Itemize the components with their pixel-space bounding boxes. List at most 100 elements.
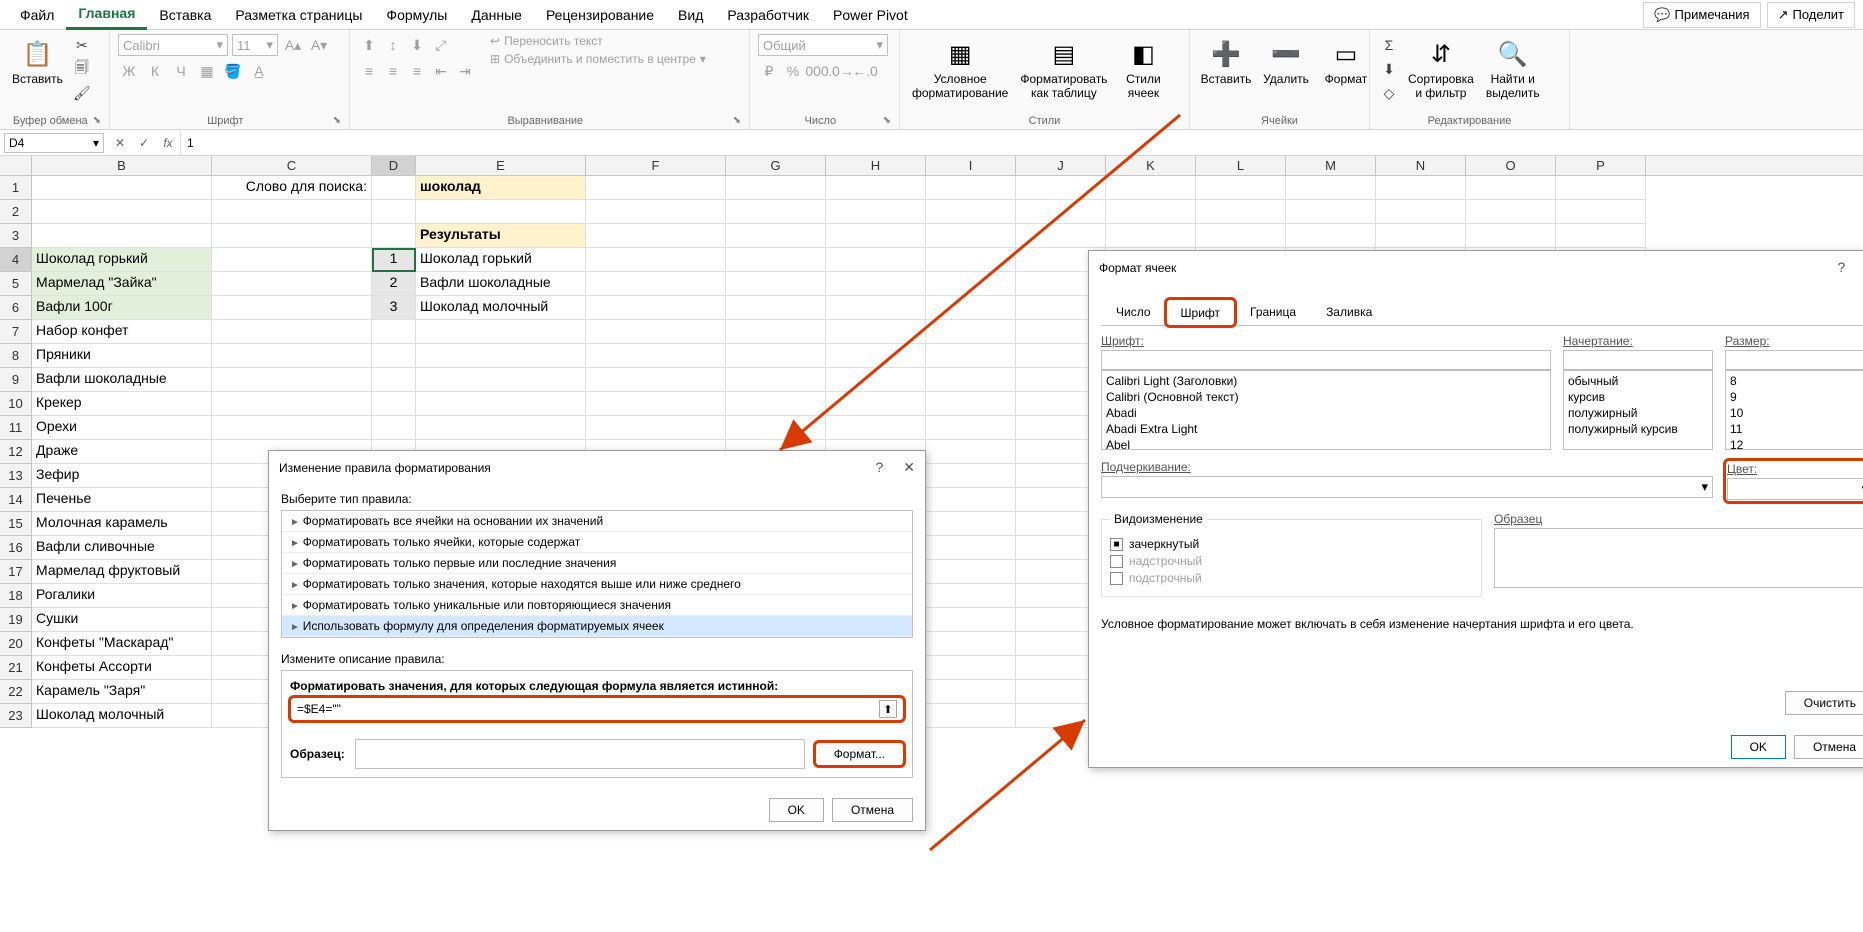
cell[interactable]: [586, 368, 726, 392]
cell[interactable]: [212, 368, 372, 392]
cell[interactable]: [1016, 224, 1106, 248]
cell[interactable]: [926, 416, 1016, 440]
row-header[interactable]: 15: [0, 512, 32, 536]
row-header[interactable]: 16: [0, 536, 32, 560]
tab-developer[interactable]: Разработчик: [715, 1, 821, 29]
cell[interactable]: Пряники: [32, 344, 212, 368]
cell[interactable]: [726, 416, 826, 440]
cell[interactable]: [586, 320, 726, 344]
row-header[interactable]: 3: [0, 224, 32, 248]
cell[interactable]: [826, 392, 926, 416]
cell[interactable]: [826, 296, 926, 320]
cell[interactable]: [372, 320, 416, 344]
help-icon[interactable]: ?: [875, 459, 883, 475]
wrap-text-button[interactable]: ↩Переносить текст: [490, 34, 706, 48]
row-header[interactable]: 18: [0, 584, 32, 608]
clipboard-launcher[interactable]: ⬊: [93, 115, 101, 126]
row-header[interactable]: 20: [0, 632, 32, 656]
col-header[interactable]: I: [926, 156, 1016, 175]
font-name-input[interactable]: [1101, 350, 1551, 370]
cell[interactable]: [1016, 200, 1106, 224]
cell[interactable]: [926, 584, 1016, 608]
cell[interactable]: [1106, 200, 1196, 224]
col-header[interactable]: P: [1556, 156, 1646, 175]
comments-button[interactable]: 💬Примечания: [1643, 2, 1760, 28]
cell[interactable]: [1376, 176, 1466, 200]
rule-option[interactable]: Форматировать только первые или последни…: [282, 553, 912, 574]
cell[interactable]: [926, 368, 1016, 392]
tab-number[interactable]: Число: [1101, 298, 1166, 325]
cell[interactable]: [1196, 176, 1286, 200]
cell[interactable]: [926, 464, 1016, 488]
cell[interactable]: [826, 416, 926, 440]
comma-icon[interactable]: 000: [806, 60, 828, 82]
col-header[interactable]: J: [1016, 156, 1106, 175]
tab-review[interactable]: Рецензирование: [534, 1, 666, 29]
format-as-table-button[interactable]: ▤Форматировать как таблицу: [1016, 34, 1111, 104]
clear-button[interactable]: Очистить: [1785, 691, 1863, 715]
cell[interactable]: [586, 248, 726, 272]
size-list[interactable]: 8910 111214: [1725, 370, 1863, 450]
cell[interactable]: [826, 224, 926, 248]
tab-data[interactable]: Данные: [459, 1, 534, 29]
style-list[interactable]: обычныйкурсив полужирныйполужирный курси…: [1563, 370, 1713, 450]
fill-icon[interactable]: ⬇: [1378, 58, 1400, 80]
cell[interactable]: [926, 440, 1016, 464]
cell[interactable]: [416, 344, 586, 368]
close-icon[interactable]: ✕: [903, 459, 915, 475]
row-header[interactable]: 10: [0, 392, 32, 416]
cell[interactable]: 1: [372, 248, 416, 272]
font-color-icon[interactable]: A̲: [248, 60, 270, 82]
rule-option[interactable]: Форматировать только значения, которые н…: [282, 574, 912, 595]
align-middle-icon[interactable]: ↕: [382, 34, 404, 56]
delete-cells-button[interactable]: ➖Удалить: [1258, 34, 1314, 90]
font-size-input[interactable]: [1725, 350, 1863, 370]
tab-powerpivot[interactable]: Power Pivot: [821, 1, 920, 29]
sort-filter-button[interactable]: ⇵Сортировка и фильтр: [1404, 34, 1478, 104]
rule-formula-input[interactable]: =$E4="" ⬆: [290, 697, 904, 721]
col-header[interactable]: E: [416, 156, 586, 175]
cell[interactable]: [1286, 224, 1376, 248]
cell[interactable]: Рогалики: [32, 584, 212, 608]
alignment-launcher[interactable]: ⬊: [733, 115, 741, 126]
cell[interactable]: [926, 176, 1016, 200]
cell[interactable]: Мармелад фруктовый: [32, 560, 212, 584]
col-header[interactable]: D: [372, 156, 416, 175]
decrease-font-icon[interactable]: A▾: [308, 34, 330, 56]
cell[interactable]: [1106, 176, 1196, 200]
subscript-checkbox[interactable]: подстрочный: [1110, 571, 1473, 585]
tab-insert[interactable]: Вставка: [147, 1, 223, 29]
cell[interactable]: Шоколад горький: [32, 248, 212, 272]
col-header[interactable]: K: [1106, 156, 1196, 175]
cell[interactable]: [1466, 200, 1556, 224]
find-select-button[interactable]: 🔍Найти и выделить: [1482, 34, 1544, 104]
ok-button[interactable]: OK: [769, 798, 824, 822]
tab-formulas[interactable]: Формулы: [374, 1, 459, 29]
cell[interactable]: [926, 392, 1016, 416]
cell[interactable]: Орехи: [32, 416, 212, 440]
row-header[interactable]: 8: [0, 344, 32, 368]
cell[interactable]: [726, 296, 826, 320]
align-right-icon[interactable]: ≡: [406, 60, 428, 82]
cell[interactable]: Шоколад молочный: [32, 704, 212, 728]
col-header[interactable]: B: [32, 156, 212, 175]
cell[interactable]: [212, 224, 372, 248]
tab-font[interactable]: Шрифт: [1166, 299, 1235, 326]
row-header[interactable]: 14: [0, 488, 32, 512]
cell[interactable]: [212, 392, 372, 416]
row-header[interactable]: 7: [0, 320, 32, 344]
cell[interactable]: [1016, 176, 1106, 200]
bold-button[interactable]: Ж: [118, 60, 140, 82]
cell[interactable]: [926, 344, 1016, 368]
cell[interactable]: Вафли 100г: [32, 296, 212, 320]
cell[interactable]: [726, 272, 826, 296]
cell[interactable]: Вафли сливочные: [32, 536, 212, 560]
cell[interactable]: [926, 560, 1016, 584]
range-picker-icon[interactable]: ⬆: [879, 700, 897, 718]
cell[interactable]: [212, 272, 372, 296]
cell[interactable]: [416, 200, 586, 224]
decrease-decimal-icon[interactable]: ←.0: [854, 60, 876, 82]
tab-page-layout[interactable]: Разметка страницы: [223, 1, 374, 29]
cell[interactable]: [586, 224, 726, 248]
cell[interactable]: Сушки: [32, 608, 212, 632]
